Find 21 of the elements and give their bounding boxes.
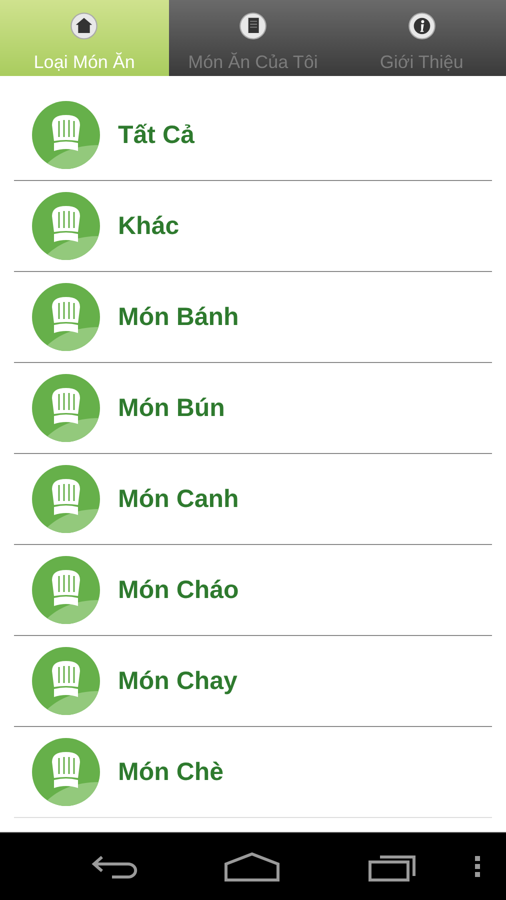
chef-hat-icon — [32, 465, 100, 533]
menu-icon[interactable] — [475, 856, 481, 878]
chef-hat-icon — [32, 374, 100, 442]
category-item[interactable]: Món Chay — [14, 636, 492, 727]
chef-hat-icon — [32, 101, 100, 169]
category-item[interactable]: Món Chè — [14, 727, 492, 818]
chef-hat-icon — [32, 556, 100, 624]
chef-hat-icon — [32, 283, 100, 351]
chef-hat-icon — [32, 738, 100, 806]
category-item[interactable]: Tất Cả — [14, 90, 492, 181]
category-item[interactable]: Món Canh — [14, 454, 492, 545]
home-icon[interactable] — [224, 852, 280, 882]
category-item[interactable]: Món Bánh — [14, 272, 492, 363]
home-icon — [70, 12, 98, 40]
category-item[interactable]: Khác — [14, 181, 492, 272]
chef-hat-icon — [32, 647, 100, 715]
chef-hat-icon — [32, 192, 100, 260]
category-item[interactable]: Món Cháo — [14, 545, 492, 636]
info-icon — [408, 12, 436, 40]
document-icon — [239, 12, 267, 40]
category-item[interactable]: Món Bún — [14, 363, 492, 454]
